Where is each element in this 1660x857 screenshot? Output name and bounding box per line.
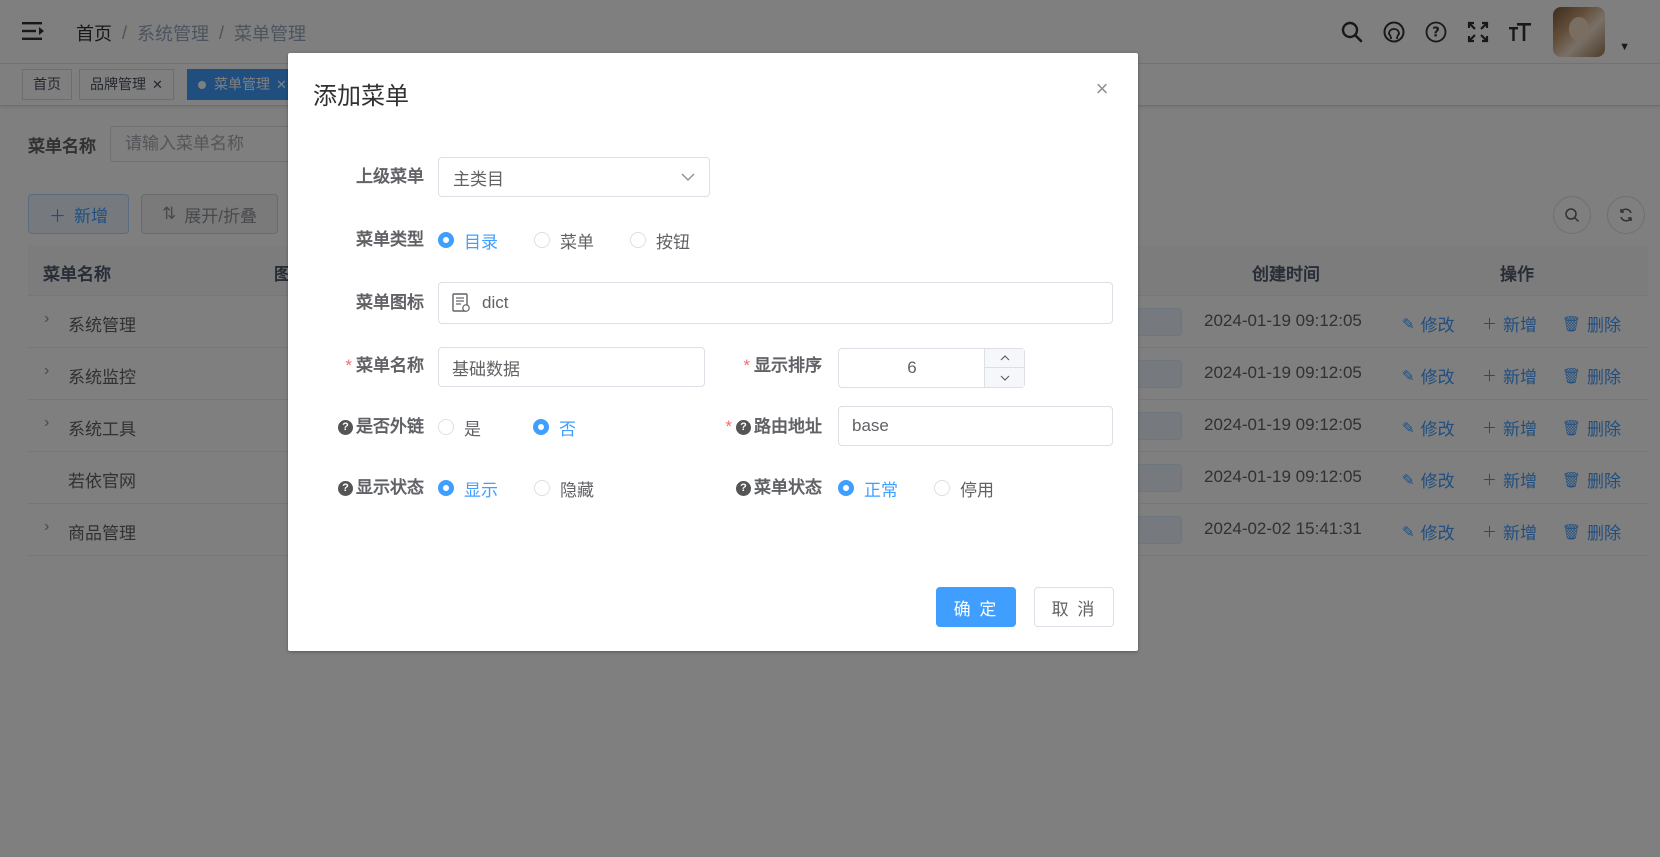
is-frame-label: ? 是否外链	[308, 406, 424, 448]
is-frame-label-text: 是否外链	[356, 417, 424, 436]
route-path-input[interactable]: base	[838, 406, 1113, 446]
add-menu-dialog: 添加菜单 × 上级菜单 主类目 菜单类型 目录 菜单 按钮 菜单图标 dict …	[288, 53, 1138, 651]
menu-name-label-text: 菜单名称	[356, 356, 424, 375]
visible-radio-show[interactable]: 显示	[438, 476, 498, 501]
radio-ring	[630, 232, 646, 248]
menu-name-label: * 菜单名称	[308, 345, 424, 387]
radio-label: 菜单	[560, 232, 594, 252]
visible-radio-group: 显示 隐藏	[438, 467, 630, 509]
close-icon[interactable]: ×	[1091, 76, 1113, 101]
required-asterisk: *	[725, 417, 732, 436]
status-radio-group: 正常 停用	[838, 467, 1030, 509]
radio-label: 按钮	[656, 232, 690, 252]
path-label: *? 路由地址	[688, 406, 822, 448]
menu-name-input[interactable]: 基础数据	[438, 347, 705, 387]
parent-menu-value: 主类目	[453, 169, 504, 189]
menu-icon-value: dict	[482, 293, 509, 312]
required-asterisk: *	[345, 356, 352, 375]
menu-name-value: 基础数据	[452, 359, 520, 379]
radio-label: 否	[559, 419, 576, 439]
question-icon[interactable]: ?	[338, 481, 353, 496]
app-root: 首页 / 系统管理 / 菜单管理 ? ▼	[0, 0, 1660, 857]
visible-label-text: 显示状态	[356, 478, 424, 497]
order-label: * 显示排序	[698, 345, 822, 387]
chevron-down-icon	[681, 167, 695, 187]
cancel-button[interactable]: 取 消	[1034, 587, 1114, 627]
question-icon[interactable]: ?	[338, 420, 353, 435]
radio-label: 隐藏	[560, 480, 594, 500]
question-icon[interactable]: ?	[736, 420, 751, 435]
order-label-text: 显示排序	[754, 356, 822, 375]
required-asterisk: *	[743, 356, 750, 375]
chevron-down-icon	[1000, 375, 1009, 381]
status-label: ? 菜单状态	[688, 467, 822, 509]
radio-label: 目录	[464, 232, 498, 252]
menu-type-radio-menu[interactable]: 菜单	[534, 228, 594, 253]
order-stepper	[984, 349, 1024, 387]
decrease-button[interactable]	[985, 368, 1024, 387]
dialog-title: 添加菜单	[313, 83, 409, 110]
dict-icon	[452, 293, 470, 312]
parent-menu-select[interactable]: 主类目	[438, 157, 710, 197]
radio-label: 显示	[464, 480, 498, 500]
menu-type-radio-directory[interactable]: 目录	[438, 228, 498, 253]
is-frame-radio-group: 是 否	[438, 406, 612, 448]
increase-button[interactable]	[985, 349, 1024, 368]
is-frame-radio-no[interactable]: 否	[533, 415, 576, 440]
menu-type-radio-button[interactable]: 按钮	[630, 228, 690, 253]
radio-ring	[533, 419, 549, 435]
menu-type-label: 菜单类型	[328, 219, 424, 261]
chevron-up-icon	[1000, 355, 1009, 361]
menu-icon-label-text: 菜单图标	[356, 293, 424, 312]
menu-icon-label: 菜单图标	[328, 282, 424, 324]
radio-ring	[438, 480, 454, 496]
menu-type-radio-group: 目录 菜单 按钮	[438, 219, 726, 261]
visible-radio-hide[interactable]: 隐藏	[534, 476, 594, 501]
confirm-button[interactable]: 确 定	[936, 587, 1016, 627]
status-label-text: 菜单状态	[754, 478, 822, 497]
parent-menu-label: 上级菜单	[328, 156, 424, 198]
route-path-value: base	[852, 416, 889, 435]
radio-ring	[438, 419, 454, 435]
menu-type-label-text: 菜单类型	[356, 230, 424, 249]
question-icon[interactable]: ?	[736, 481, 751, 496]
radio-label: 停用	[960, 480, 994, 500]
status-radio-disabled[interactable]: 停用	[934, 476, 994, 501]
radio-label: 是	[464, 419, 481, 439]
radio-ring	[534, 480, 550, 496]
order-value: 6	[907, 358, 917, 377]
visible-label: ? 显示状态	[308, 467, 424, 509]
parent-menu-label-text: 上级菜单	[356, 167, 424, 186]
order-number-input[interactable]: 6	[838, 348, 1025, 388]
menu-icon-input[interactable]: dict	[438, 282, 1113, 324]
radio-ring	[838, 480, 854, 496]
radio-ring	[534, 232, 550, 248]
radio-label: 正常	[864, 480, 898, 500]
path-label-text: 路由地址	[754, 417, 822, 436]
radio-ring	[934, 480, 950, 496]
is-frame-radio-yes[interactable]: 是	[438, 415, 481, 440]
status-radio-normal[interactable]: 正常	[838, 476, 898, 501]
radio-ring	[438, 232, 454, 248]
